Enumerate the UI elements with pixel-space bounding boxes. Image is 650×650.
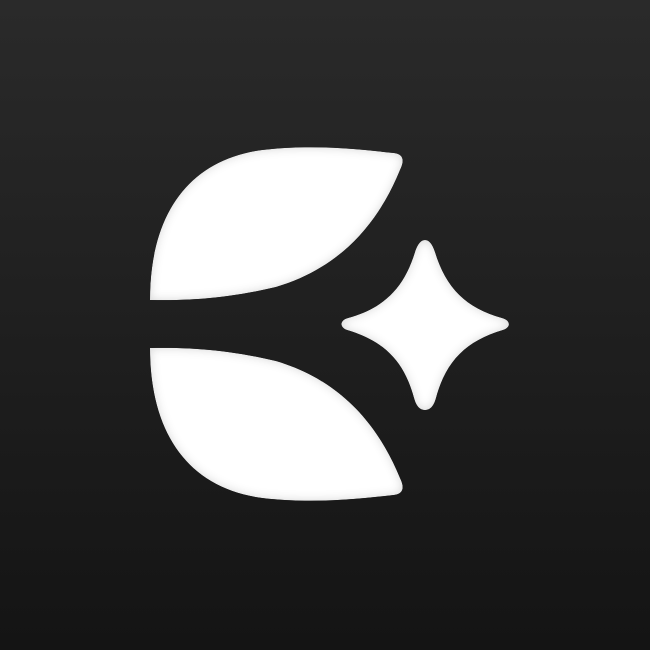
background	[0, 0, 650, 650]
app-icon	[0, 0, 650, 650]
logo-mark	[0, 0, 650, 650]
